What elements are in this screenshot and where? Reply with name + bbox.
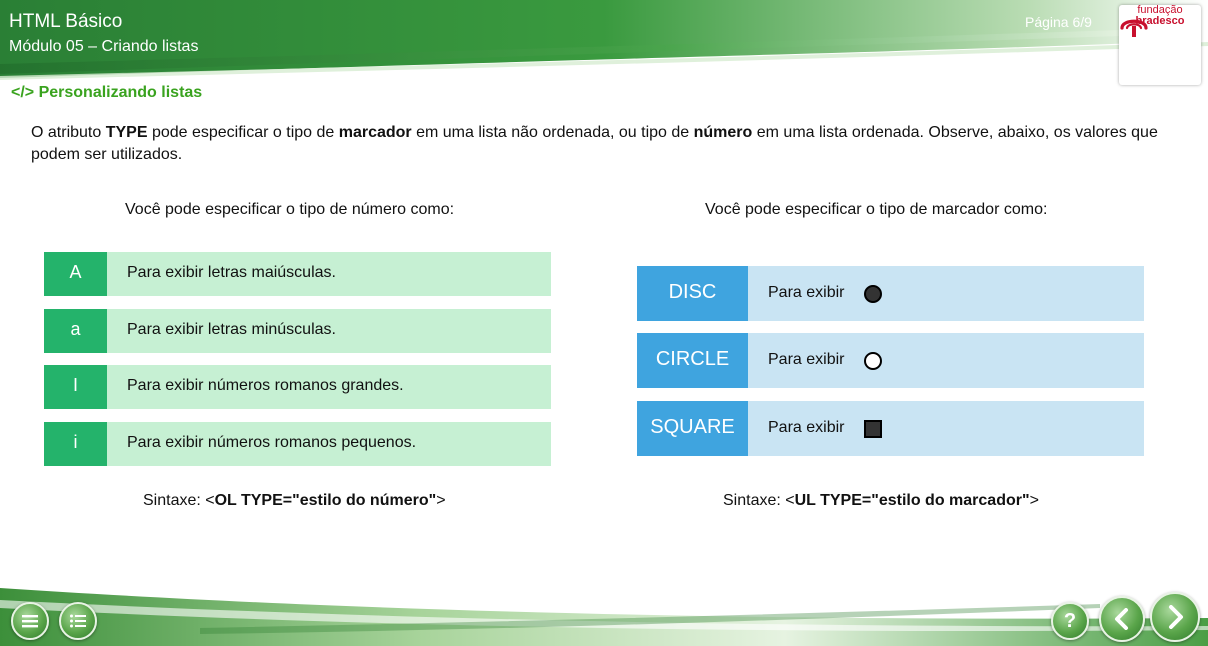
number-section-title: Você pode especificar o tipo de número c… — [125, 201, 455, 218]
course-title: HTML Básico — [9, 11, 123, 32]
ul-syntax-bold-1: UL TYPE=" — [794, 492, 879, 509]
next-button[interactable] — [1150, 592, 1200, 642]
filled-circle-icon — [864, 285, 882, 303]
marker-type-row: DISC Para exibir — [637, 266, 1144, 321]
previous-icon — [1115, 608, 1128, 630]
menu-button[interactable] — [11, 602, 49, 640]
ol-syntax-suffix: > — [436, 492, 446, 509]
marker-type-key: DISC — [637, 266, 748, 321]
number-type-key: i — [44, 422, 107, 466]
number-type-desc: Para exibir números romanos pequenos. — [127, 434, 417, 451]
marker-type-key: CIRCLE — [637, 333, 748, 388]
ul-syntax-suffix: > — [1029, 492, 1039, 509]
number-type-desc: Para exibir letras minúsculas. — [127, 321, 336, 338]
list-button[interactable] — [59, 602, 97, 640]
number-type-desc: Para exibir letras maiúsculas. — [127, 264, 336, 281]
ul-syntax-bold-2: estilo do marcador — [878, 492, 1022, 509]
intro-text-2: pode especificar o tipo de — [147, 124, 339, 141]
bradesco-tree-icon — [1120, 19, 1148, 37]
filled-square-icon — [864, 420, 882, 438]
fundacao-bradesco-logo: fundação bradesco — [1119, 5, 1201, 85]
number-type-key: A — [44, 252, 107, 296]
section-title: </> Personalizando listas — [11, 84, 203, 101]
footer-background — [0, 588, 1208, 646]
ol-syntax-prefix: Sintaxe: < — [143, 492, 215, 509]
ol-syntax: Sintaxe: <OL TYPE="estilo do número"> — [143, 492, 446, 510]
intro-bold-type: TYPE — [105, 124, 148, 141]
marker-type-key: SQUARE — [637, 401, 748, 456]
marker-type-row: CIRCLE Para exibir — [637, 333, 1144, 388]
ol-syntax-bold-1: OL TYPE=" — [214, 492, 300, 509]
next-icon — [1169, 605, 1183, 629]
number-type-row: I Para exibir números romanos grandes. — [44, 365, 551, 409]
module-title: Módulo 05 – Criando listas — [9, 38, 199, 55]
list-icon — [70, 614, 86, 628]
menu-icon — [22, 615, 38, 628]
ul-syntax-quote: " — [1021, 492, 1030, 509]
marker-type-desc: Para exibir — [768, 419, 845, 436]
intro-text-1: O atributo — [31, 124, 106, 141]
previous-button[interactable] — [1099, 596, 1145, 642]
ol-syntax-bold-2: estilo do número — [299, 492, 429, 509]
ul-syntax-prefix: Sintaxe: < — [723, 492, 795, 509]
help-button[interactable]: ? — [1051, 602, 1089, 640]
help-icon: ? — [1063, 609, 1077, 632]
intro-text-3: em uma lista não ordenada, ou tipo de — [411, 124, 694, 141]
number-type-row: a Para exibir letras minúsculas. — [44, 309, 551, 353]
number-type-row: i Para exibir números romanos pequenos. — [44, 422, 551, 466]
ul-syntax: Sintaxe: <UL TYPE="estilo do marcador"> — [723, 492, 1039, 510]
hollow-circle-icon — [864, 352, 882, 370]
footer-bar: ? — [0, 578, 1208, 646]
page-indicator: Página 6/9 — [1025, 14, 1092, 30]
number-type-key: I — [44, 365, 107, 409]
marker-type-desc: Para exibir — [768, 284, 845, 301]
intro-bold-numero: número — [693, 124, 753, 141]
marker-section-title: Você pode especificar o tipo de marcador… — [705, 201, 1048, 218]
number-type-key: a — [44, 309, 107, 353]
number-type-row: A Para exibir letras maiúsculas. — [44, 252, 551, 296]
number-type-desc: Para exibir números romanos grandes. — [127, 377, 404, 394]
marker-type-desc: Para exibir — [768, 351, 845, 368]
marker-type-row: SQUARE Para exibir — [637, 401, 1144, 456]
intro-paragraph: O atributo TYPE pode especificar o tipo … — [31, 122, 1181, 166]
intro-bold-marcador: marcador — [338, 124, 412, 141]
header-banner: HTML Básico Módulo 05 – Criando listas P… — [0, 0, 1208, 90]
